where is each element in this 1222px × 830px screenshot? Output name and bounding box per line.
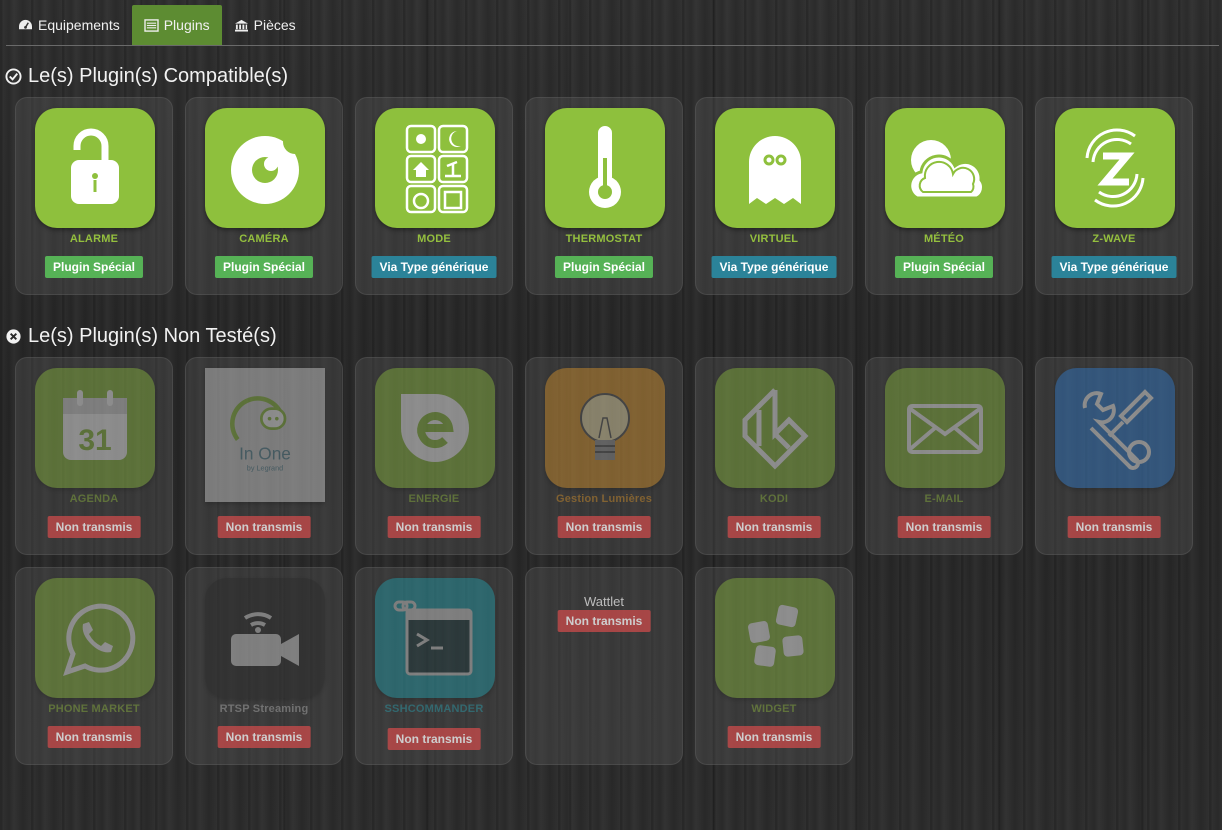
status-badge: Non transmis bbox=[387, 516, 481, 538]
plugin-card-zwave[interactable]: Z-WAVE Via Type générique bbox=[1035, 97, 1193, 295]
weather-icon bbox=[908, 140, 985, 200]
plugin-name: VIRTUEL bbox=[749, 233, 799, 245]
padlock-icon bbox=[71, 128, 119, 204]
tab-pieces[interactable]: Pièces bbox=[222, 5, 308, 45]
status-badge: Non transmis bbox=[897, 516, 991, 538]
status-badge: Plugin Spécial bbox=[44, 256, 144, 278]
widget-icon bbox=[748, 604, 804, 667]
tab-label: Pièces bbox=[253, 17, 296, 33]
times-circle-icon bbox=[6, 329, 21, 344]
status-badge: Non transmis bbox=[47, 726, 141, 748]
envelope-icon bbox=[907, 404, 983, 454]
status-badge: Non transmis bbox=[217, 726, 311, 748]
camera-icon bbox=[231, 130, 307, 204]
plugin-card-inone[interactable]: In One by Legrand Non transmis bbox=[185, 357, 343, 555]
bank-icon bbox=[234, 19, 248, 32]
svg-text:In One: In One bbox=[239, 444, 291, 464]
plugin-name: RTSP Streaming bbox=[219, 703, 309, 715]
plugin-card-virtuel[interactable]: VIRTUEL Via Type générique bbox=[695, 97, 853, 295]
plugin-card-phone-market[interactable]: PHONE MARKET Non transmis bbox=[15, 567, 173, 765]
tab-label: Equipements bbox=[38, 17, 120, 33]
plugin-name: AGENDA bbox=[69, 493, 119, 505]
plugin-name: THERMOSTAT bbox=[565, 233, 643, 245]
plugin-name: CAMÉRA bbox=[239, 233, 289, 245]
plugin-name: Wattlet bbox=[584, 594, 624, 609]
plugin-name: PHONE MARKET bbox=[48, 703, 140, 715]
plugin-name: SSHCOMMANDER bbox=[384, 703, 484, 715]
plugin-name: MÉTÉO bbox=[923, 233, 965, 245]
plugin-card-meteo[interactable]: MÉTÉO Plugin Spécial bbox=[865, 97, 1023, 295]
thermometer-icon bbox=[589, 126, 621, 208]
plugin-name: Z-WAVE bbox=[1092, 233, 1136, 245]
status-badge: Non transmis bbox=[217, 516, 311, 538]
status-badge: Non transmis bbox=[1067, 516, 1161, 538]
status-badge: Non transmis bbox=[557, 610, 651, 632]
tools-icon bbox=[1082, 389, 1154, 470]
tab-plugins[interactable]: Plugins bbox=[131, 5, 222, 45]
tab-bar: Equipements Plugins Pièces bbox=[6, 5, 1219, 46]
plugin-card-email[interactable]: E-MAIL Non transmis bbox=[865, 357, 1023, 555]
check-circle-icon bbox=[5, 68, 22, 85]
tab-equipements[interactable]: Equipements bbox=[6, 5, 132, 45]
video-camera-icon bbox=[231, 612, 299, 666]
plugin-name: E-MAIL bbox=[924, 493, 964, 505]
plugin-card-energie[interactable]: ENERGIE Non transmis bbox=[355, 357, 513, 555]
status-badge: Plugin Spécial bbox=[894, 256, 994, 278]
plugin-card-tools[interactable]: Non transmis bbox=[1035, 357, 1193, 555]
status-badge: Via Type générique bbox=[711, 256, 837, 278]
status-badge: Via Type générique bbox=[371, 256, 497, 278]
svg-text:31: 31 bbox=[78, 424, 111, 457]
status-badge: Non transmis bbox=[387, 728, 481, 750]
plugin-card-mode[interactable]: MODE Via Type générique bbox=[355, 97, 513, 295]
ghost-icon bbox=[749, 136, 801, 204]
plugin-card-alarme[interactable]: ALARME Plugin Spécial bbox=[15, 97, 173, 295]
tab-label: Plugins bbox=[163, 17, 210, 33]
list-icon bbox=[144, 18, 159, 32]
status-badge: Non transmis bbox=[47, 516, 141, 538]
plugin-name: MODE bbox=[417, 233, 451, 245]
plugin-card-camera[interactable]: CAMÉRA Plugin Spécial bbox=[185, 97, 343, 295]
plugin-card-thermostat[interactable]: THERMOSTAT Plugin Spécial bbox=[525, 97, 683, 295]
status-badge: Plugin Spécial bbox=[554, 256, 654, 278]
whatsapp-icon bbox=[63, 603, 136, 676]
plugin-card-wattlet[interactable]: Wattlet Non transmis bbox=[525, 567, 683, 765]
zwave-icon bbox=[1085, 128, 1145, 208]
plugin-card-gestion-lumieres[interactable]: Gestion Lumières Non transmis bbox=[525, 357, 683, 555]
status-badge: Non transmis bbox=[727, 516, 821, 538]
status-badge: Non transmis bbox=[727, 726, 821, 748]
status-badge: Non transmis bbox=[557, 516, 651, 538]
plugin-card-sshcommander[interactable]: SSHCOMMANDER Non transmis bbox=[355, 567, 513, 765]
calendar-icon: 31 bbox=[63, 390, 127, 460]
energie-icon bbox=[401, 394, 469, 462]
plugin-card-widget[interactable]: WIDGET Non transmis bbox=[695, 567, 853, 765]
svg-text:by Legrand: by Legrand bbox=[247, 463, 283, 472]
bulb-icon bbox=[580, 393, 630, 460]
section-title-compatible: Le(s) Plugin(s) Compatible(s) bbox=[5, 65, 288, 88]
plugin-name: WIDGET bbox=[751, 703, 797, 715]
status-badge: Via Type générique bbox=[1051, 256, 1177, 278]
plugin-name: ALARME bbox=[69, 233, 119, 245]
plugin-card-kodi[interactable]: KODI Non transmis bbox=[695, 357, 853, 555]
plugin-name: KODI bbox=[759, 493, 789, 505]
section-title-untested: Le(s) Plugin(s) Non Testé(s) bbox=[5, 325, 277, 348]
kodi-icon bbox=[742, 388, 809, 470]
plugin-name: Gestion Lumières bbox=[555, 493, 653, 505]
status-badge: Plugin Spécial bbox=[214, 256, 314, 278]
dashboard-icon bbox=[19, 19, 32, 29]
plugin-card-rtsp[interactable]: RTSP Streaming Non transmis bbox=[185, 567, 343, 765]
plugin-card-agenda[interactable]: 31 AGENDA Non transmis bbox=[15, 357, 173, 555]
plugin-name: ENERGIE bbox=[408, 493, 460, 505]
terminal-icon bbox=[393, 600, 473, 676]
mode-grid-icon bbox=[405, 124, 469, 214]
inone-logo-icon: In One by Legrand bbox=[230, 396, 291, 472]
